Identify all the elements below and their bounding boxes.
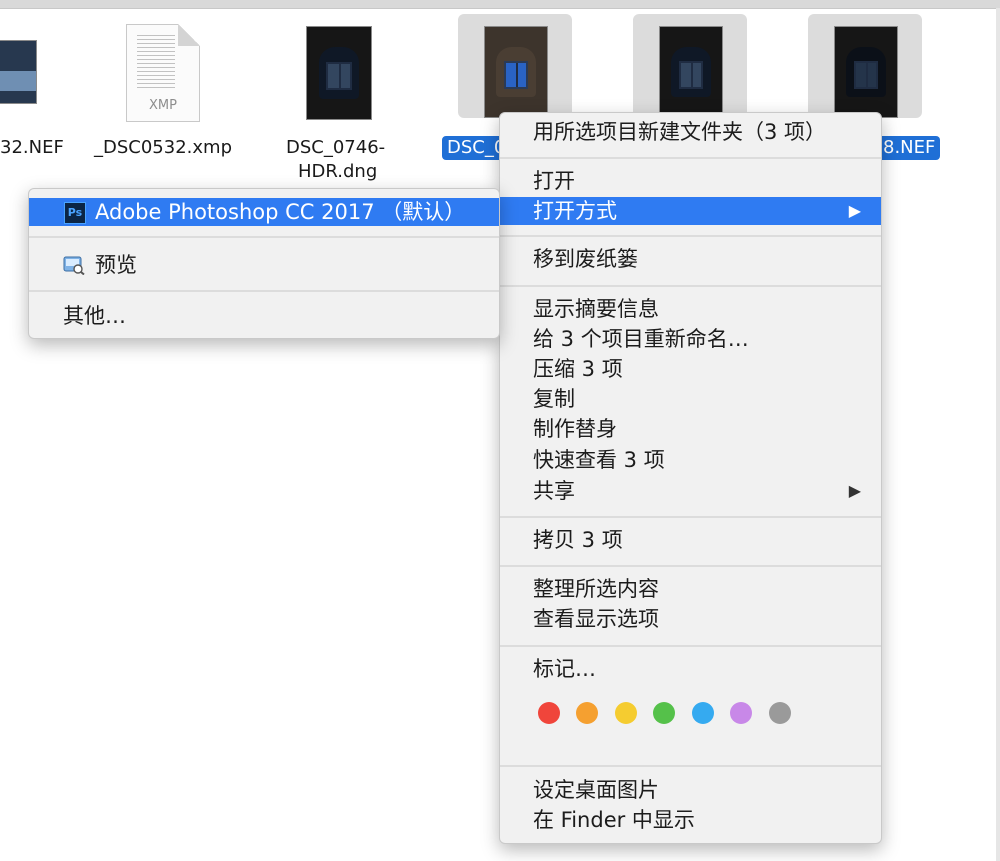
photoshop-icon: Ps [64,202,86,224]
tag-yellow-dot[interactable] [615,702,637,724]
menu-separator [500,645,881,647]
tag-purple-dot[interactable] [730,702,752,724]
image-thumbnail [484,26,548,118]
file-item-selected[interactable] [615,14,750,124]
preview-app-icon [63,256,85,275]
window-top-edge [0,0,1000,9]
file-item[interactable]: 32.NEF [0,40,64,170]
menu-item-move-to-trash[interactable]: 移到废纸篓 [500,245,881,273]
menu-separator [500,765,881,767]
tag-red-dot[interactable] [538,702,560,724]
menu-item-photoshop[interactable]: Ps Adobe Photoshop CC 2017 （默认） [29,198,499,226]
file-name-selected: 8.NEF [878,136,941,160]
file-name: DSC_0746- [286,137,386,158]
file-name: HDR.dng [298,161,378,182]
menu-separator [29,290,499,292]
menu-item-copy[interactable]: 拷贝 3 项 [500,526,881,554]
menu-separator [500,565,881,567]
menu-item-label: 共享 [533,479,575,503]
menu-separator [500,157,881,159]
menu-item-open[interactable]: 打开 [500,167,881,195]
file-name: _DSC0532.xmp [94,137,232,158]
menu-item-new-folder[interactable]: 用所选项目新建文件夹（3 项） [500,118,881,146]
menu-item-view-options[interactable]: 查看显示选项 [500,605,881,633]
image-thumbnail [0,40,37,104]
menu-item-show-in-finder[interactable]: 在 Finder 中显示 [500,806,881,834]
menu-item-tags[interactable]: 标记… [500,655,881,683]
submenu-arrow-icon: ▶ [848,481,861,500]
menu-item-preview[interactable]: 预览 [29,251,499,279]
file-item[interactable]: DSC_0746- HDR.dng [270,20,410,190]
xmp-badge: XMP [149,98,177,113]
menu-item-clean-up[interactable]: 整理所选内容 [500,575,881,603]
tag-green-dot[interactable] [653,702,675,724]
open-with-submenu: Ps Adobe Photoshop CC 2017 （默认） 预览 其他… [28,188,500,339]
menu-item-set-desktop-picture[interactable]: 设定桌面图片 [500,776,881,804]
image-thumbnail [306,26,372,120]
tag-blue-dot[interactable] [692,702,714,724]
menu-item-rename[interactable]: 给 3 个项目重新命名… [500,325,881,353]
tag-gray-dot[interactable] [769,702,791,724]
menu-item-label: Adobe Photoshop CC 2017 （默认） [95,200,466,224]
document-icon: XMP [126,24,200,122]
menu-item-get-info[interactable]: 显示摘要信息 [500,295,881,323]
menu-item-quick-look[interactable]: 快速查看 3 项 [500,446,881,474]
menu-item-label: 打开方式 [533,199,617,223]
context-menu: 用所选项目新建文件夹（3 项） 打开 打开方式 ▶ 移到废纸篓 显示摘要信息 给… [499,112,882,844]
menu-item-open-with[interactable]: 打开方式 ▶ [500,197,881,225]
image-thumbnail [659,26,723,118]
file-name: 32.NEF [0,137,64,158]
menu-item-share[interactable]: 共享 ▶ [500,477,881,505]
menu-separator [500,235,881,237]
file-item[interactable]: XMP _DSC0532.xmp [90,20,240,170]
menu-separator [500,285,881,287]
menu-item-duplicate[interactable]: 复制 [500,385,881,413]
menu-item-label: 预览 [95,253,137,277]
submenu-arrow-icon: ▶ [848,201,861,220]
tag-orange-dot[interactable] [576,702,598,724]
menu-item-other[interactable]: 其他… [29,302,499,330]
scrollbar-track[interactable] [996,8,1000,861]
menu-separator [500,516,881,518]
menu-item-make-alias[interactable]: 制作替身 [500,415,881,443]
menu-separator [29,236,499,238]
menu-item-compress[interactable]: 压缩 3 项 [500,355,881,383]
image-thumbnail [834,26,898,118]
